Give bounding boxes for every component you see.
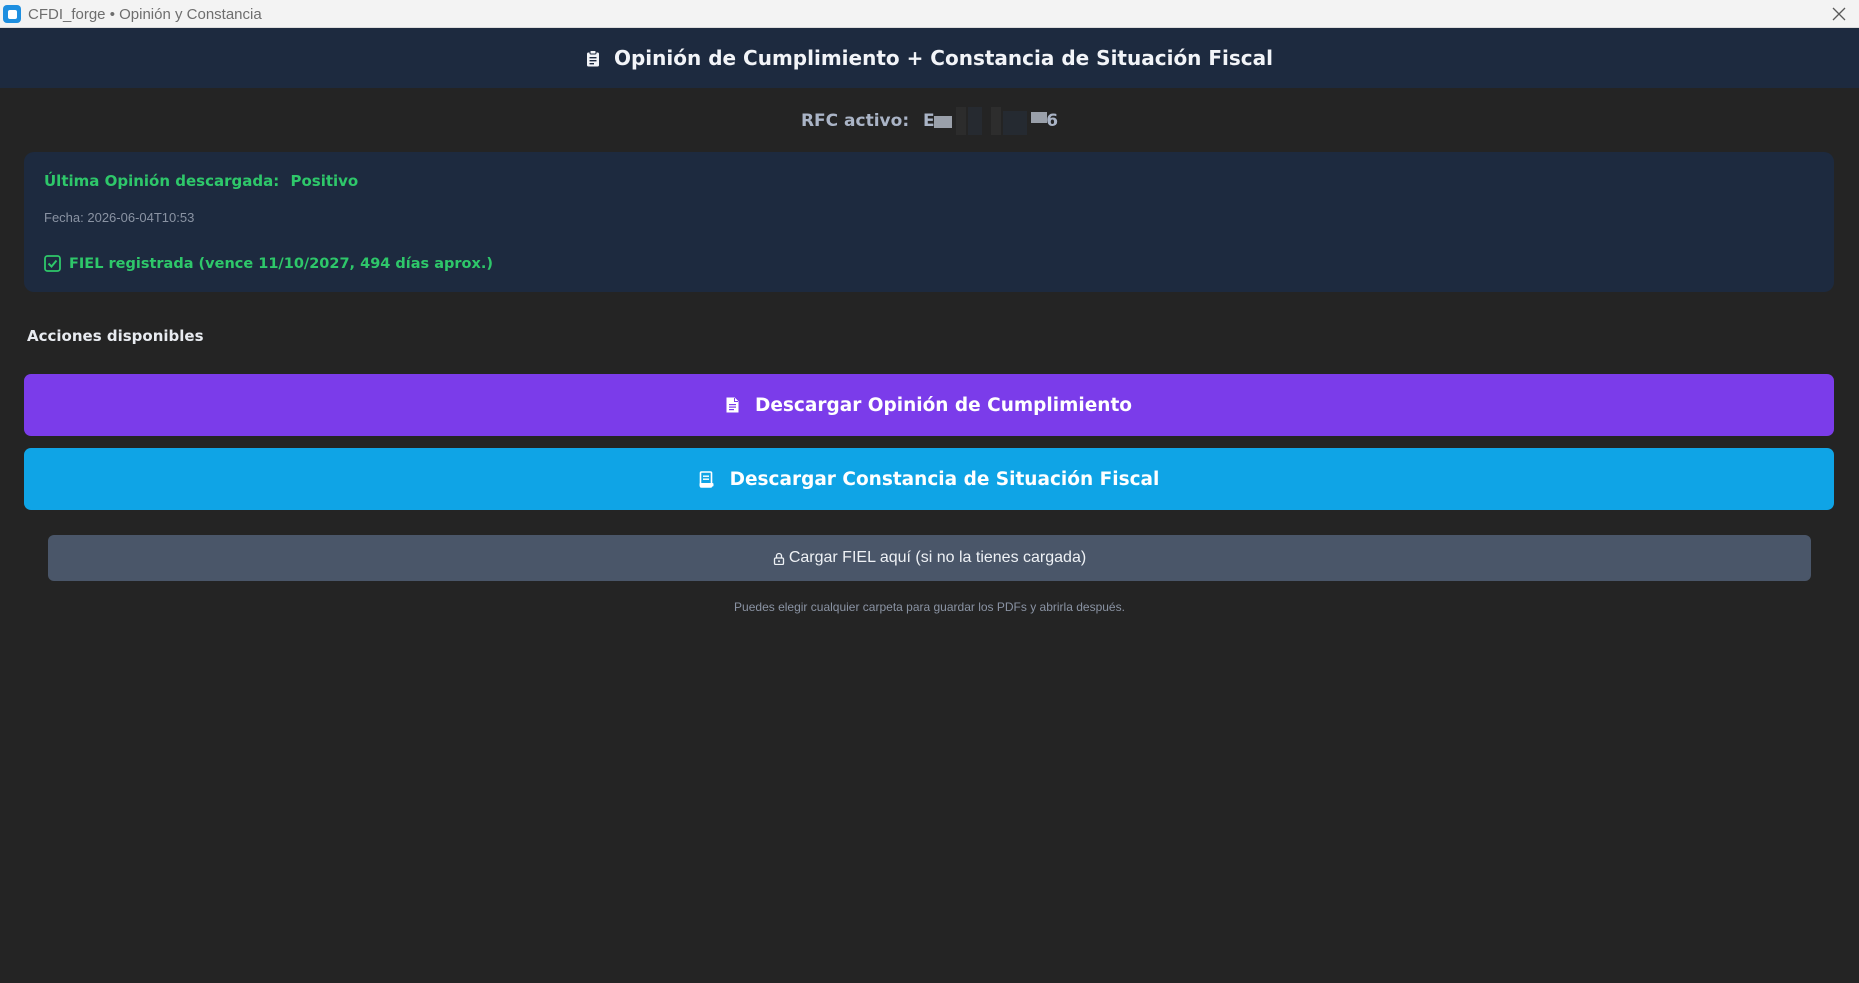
redaction-block — [1003, 111, 1028, 135]
last-opinion-label: Última Opinión descargada: — [44, 172, 280, 190]
redaction-block — [934, 116, 953, 128]
lock-icon — [773, 552, 785, 565]
download-constancia-label: Descargar Constancia de Situación Fiscal — [729, 468, 1160, 490]
download-opinion-label: Descargar Opinión de Cumplimiento — [755, 394, 1132, 416]
redaction-block — [1031, 112, 1048, 123]
download-constancia-button[interactable]: Descargar Constancia de Situación Fiscal — [24, 448, 1834, 510]
redaction-block — [956, 107, 967, 135]
clipboard-icon — [586, 49, 600, 67]
receipt-icon — [699, 470, 714, 488]
document-icon — [726, 397, 739, 413]
last-opinion-status: Última Opinión descargada: Positivo — [44, 172, 358, 190]
redaction-block — [968, 107, 983, 135]
save-folder-hint: Puedes elegir cualquier carpeta para gua… — [734, 600, 1125, 614]
close-icon — [1832, 7, 1846, 21]
page-header: Opinión de Cumplimiento + Constancia de … — [0, 28, 1859, 88]
status-card: Última Opinión descargada: Positivo Fech… — [24, 152, 1834, 292]
window-title: CFDI_forge • Opinión y Constancia — [28, 6, 262, 23]
rfc-value-first-char: E — [923, 111, 935, 131]
page-title: Opinión de Cumplimiento + Constancia de … — [613, 46, 1274, 70]
app-logo-icon — [3, 5, 21, 23]
last-opinion-date: Fecha: 2026-06-04T10:53 — [44, 210, 195, 225]
rfc-value-last-char: 6 — [1046, 111, 1059, 131]
check-box-icon — [44, 255, 61, 272]
download-opinion-button[interactable]: Descargar Opinión de Cumplimiento — [24, 374, 1834, 436]
actions-heading: Acciones disponibles — [27, 327, 204, 345]
redaction-block — [991, 107, 1002, 135]
rfc-line: RFC activo: E 6 — [0, 107, 1859, 135]
last-opinion-value: Positivo — [290, 172, 359, 190]
load-fiel-label: Cargar FIEL aquí (si no la tienes cargad… — [788, 549, 1087, 566]
fiel-status: FIEL registrada (vence 11/10/2027, 494 d… — [44, 255, 493, 272]
rfc-value-redacted: E 6 — [923, 107, 1058, 135]
window-close-button[interactable] — [1827, 2, 1851, 26]
load-fiel-button[interactable]: Cargar FIEL aquí (si no la tienes cargad… — [48, 535, 1811, 581]
window-title-bar: CFDI_forge • Opinión y Constancia — [0, 0, 1859, 28]
rfc-label: RFC activo: — [800, 111, 910, 131]
fiel-status-text: FIEL registrada (vence 11/10/2027, 494 d… — [69, 255, 494, 272]
